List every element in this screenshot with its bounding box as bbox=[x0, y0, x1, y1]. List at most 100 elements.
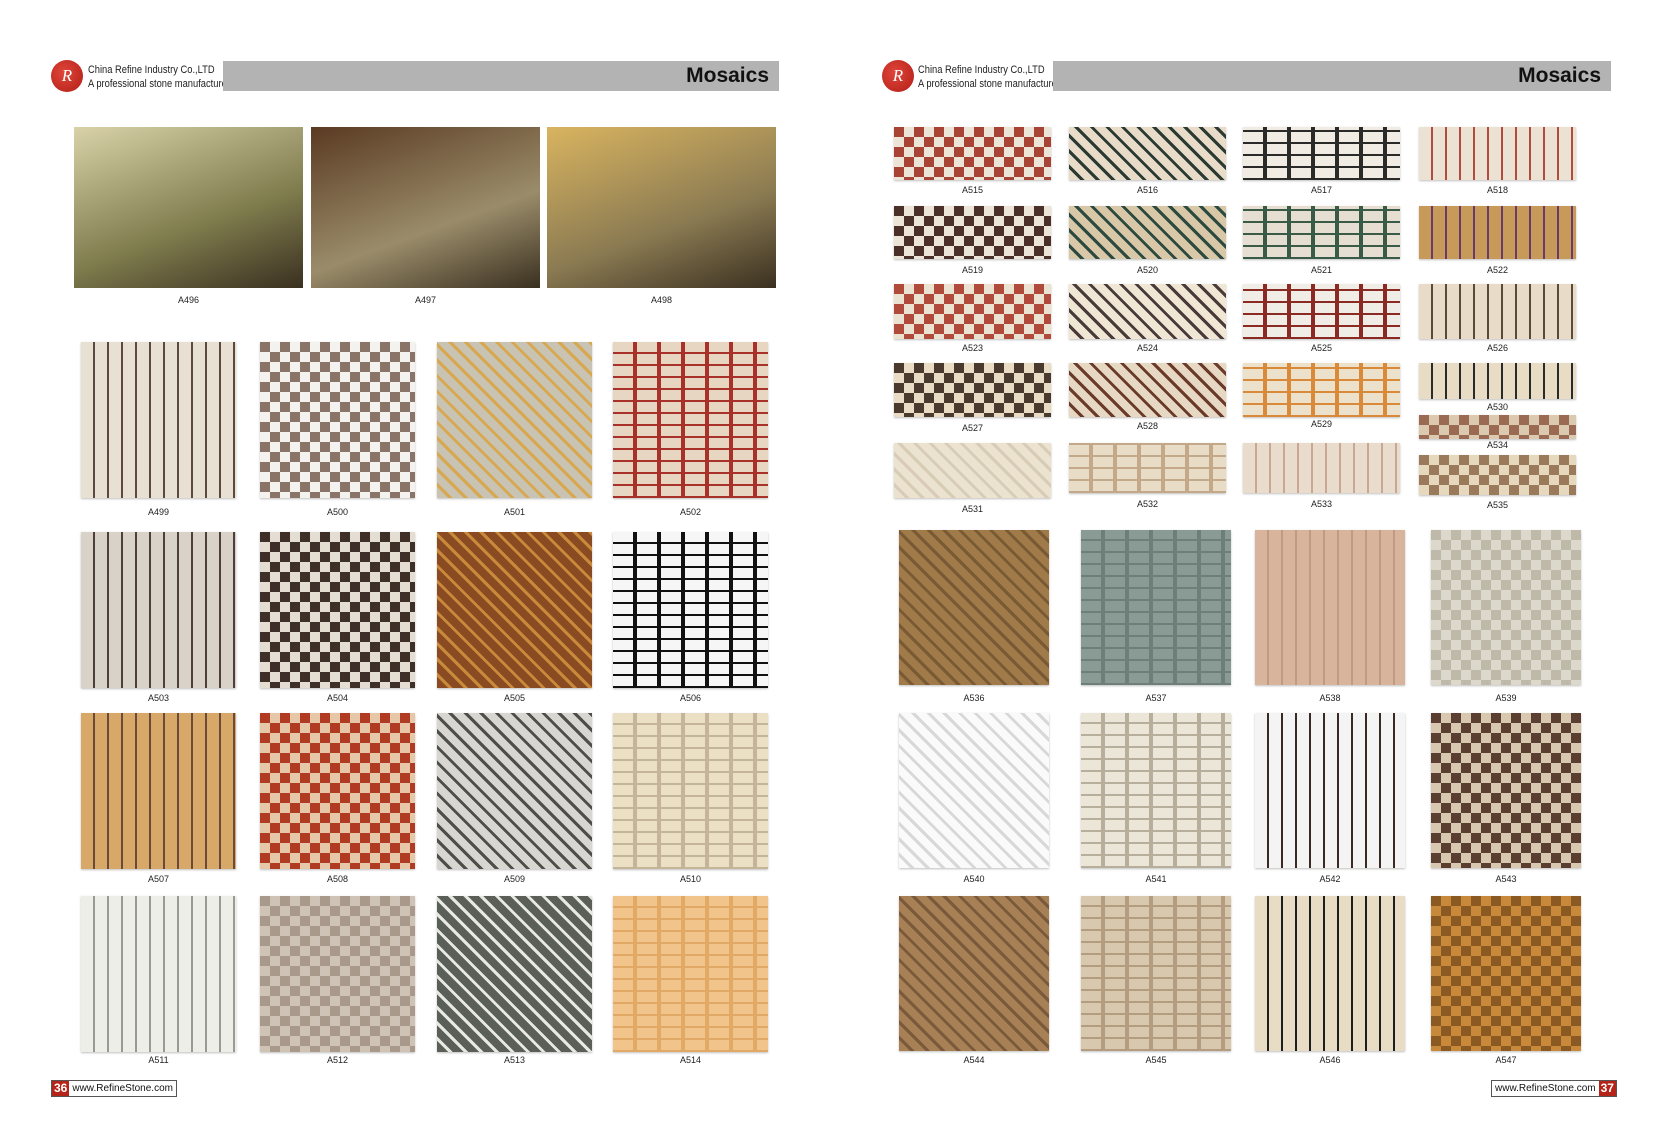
product-code-label: A531 bbox=[961, 504, 984, 514]
page-footer-left: 36 www.RefineStone.com bbox=[51, 1080, 177, 1097]
mosaic-border-sample bbox=[1419, 455, 1576, 495]
product-code-label: A502 bbox=[679, 507, 702, 517]
mosaic-border-sample bbox=[1419, 127, 1576, 180]
mosaic-tile-sample bbox=[1431, 530, 1581, 685]
product-code-label: A497 bbox=[414, 295, 437, 305]
product-code-label: A499 bbox=[147, 507, 170, 517]
product-code-label: A517 bbox=[1310, 185, 1333, 195]
mosaic-tile-sample bbox=[613, 713, 768, 869]
product-code-label: A522 bbox=[1486, 265, 1509, 275]
product-code-label: A508 bbox=[326, 874, 349, 884]
mosaic-tile-sample bbox=[613, 532, 768, 688]
mosaic-border-sample bbox=[1243, 443, 1400, 493]
mosaic-border-sample bbox=[1243, 127, 1400, 180]
website-link[interactable]: www.RefineStone.com bbox=[69, 1081, 176, 1096]
mosaic-tile-sample bbox=[81, 342, 236, 498]
product-code-label: A518 bbox=[1486, 185, 1509, 195]
mosaic-tile-sample bbox=[1081, 713, 1231, 868]
product-code-label: A513 bbox=[503, 1055, 526, 1065]
mosaic-border-sample bbox=[894, 443, 1051, 498]
product-code-label: A540 bbox=[963, 874, 985, 884]
mosaic-tile-sample bbox=[437, 342, 592, 498]
product-code-label: A514 bbox=[679, 1055, 702, 1065]
mosaic-border-sample bbox=[1243, 284, 1400, 339]
product-code-label: A511 bbox=[148, 1055, 169, 1065]
product-code-label: A536 bbox=[963, 693, 985, 703]
page-number: 36 bbox=[52, 1081, 70, 1096]
company-logo: R bbox=[51, 60, 83, 92]
product-code-label: A539 bbox=[1495, 693, 1517, 703]
section-header-bar: Mosaics bbox=[223, 61, 779, 91]
product-code-label: A532 bbox=[1136, 499, 1159, 509]
product-code-label: A510 bbox=[679, 874, 702, 884]
mosaic-border-sample bbox=[1069, 127, 1226, 180]
mosaic-tile-sample bbox=[437, 532, 592, 688]
product-code-label: A524 bbox=[1136, 343, 1159, 353]
interior-photo bbox=[74, 127, 303, 288]
mosaic-tile-sample bbox=[260, 342, 415, 498]
product-code-label: A509 bbox=[503, 874, 526, 884]
company-name: China Refine Industry Co.,LTD bbox=[88, 64, 215, 76]
product-code-label: A500 bbox=[326, 507, 349, 517]
mosaic-tile-sample bbox=[260, 896, 415, 1052]
mosaic-border-sample bbox=[1243, 363, 1400, 417]
mosaic-tile-sample bbox=[613, 342, 768, 498]
mosaic-border-sample bbox=[1419, 284, 1576, 339]
product-code-label: A537 bbox=[1145, 693, 1167, 703]
mosaic-tile-sample bbox=[260, 713, 415, 869]
mosaic-tile-sample bbox=[899, 713, 1049, 868]
product-code-label: A507 bbox=[147, 874, 170, 884]
mosaic-tile-sample bbox=[437, 713, 592, 869]
product-code-label: A530 bbox=[1486, 402, 1509, 412]
product-code-label: A512 bbox=[326, 1055, 349, 1065]
mosaic-tile-sample bbox=[1255, 530, 1405, 685]
product-code-label: A505 bbox=[503, 693, 526, 703]
mosaic-border-sample bbox=[894, 127, 1051, 180]
mosaic-tile-sample bbox=[81, 532, 236, 688]
mosaic-border-sample bbox=[894, 363, 1051, 417]
product-code-label: A545 bbox=[1145, 1055, 1167, 1065]
company-logo: R bbox=[882, 60, 914, 92]
product-code-label: A542 bbox=[1319, 874, 1341, 884]
mosaic-border-sample bbox=[1419, 206, 1576, 259]
company-tagline: A professional stone manufacturer bbox=[918, 78, 1060, 90]
company-name: China Refine Industry Co.,LTD bbox=[918, 64, 1045, 76]
product-code-label: A523 bbox=[961, 343, 984, 353]
mosaic-border-sample bbox=[1069, 363, 1226, 417]
mosaic-tile-sample bbox=[1431, 713, 1581, 868]
mosaic-tile-sample bbox=[1255, 896, 1405, 1051]
product-code-label: A501 bbox=[503, 507, 526, 517]
product-code-label: A503 bbox=[147, 693, 170, 703]
product-code-label: A527 bbox=[961, 423, 984, 433]
mosaic-tile-sample bbox=[1081, 896, 1231, 1051]
product-code-label: A496 bbox=[177, 295, 200, 305]
mosaic-tile-sample bbox=[260, 532, 415, 688]
mosaic-tile-sample bbox=[1081, 530, 1231, 685]
mosaic-tile-sample bbox=[437, 896, 592, 1052]
product-code-label: A506 bbox=[679, 693, 702, 703]
mosaic-border-sample bbox=[1069, 443, 1226, 493]
product-code-label: A544 bbox=[963, 1055, 985, 1065]
mosaic-border-sample bbox=[1069, 284, 1226, 339]
mosaic-border-sample bbox=[894, 284, 1051, 339]
product-code-label: A546 bbox=[1319, 1055, 1341, 1065]
product-code-label: A547 bbox=[1495, 1055, 1517, 1065]
product-code-label: A525 bbox=[1310, 343, 1333, 353]
product-code-label: A528 bbox=[1136, 421, 1159, 431]
mosaic-tile-sample bbox=[81, 713, 236, 869]
page-number: 37 bbox=[1598, 1081, 1616, 1096]
mosaic-tile-sample bbox=[899, 896, 1049, 1051]
website-link[interactable]: www.RefineStone.com bbox=[1492, 1081, 1599, 1096]
product-code-label: A543 bbox=[1495, 874, 1517, 884]
interior-photo bbox=[311, 127, 540, 288]
section-header-bar: Mosaics bbox=[1053, 61, 1611, 91]
interior-photo bbox=[547, 127, 776, 288]
mosaic-tile-sample bbox=[81, 896, 236, 1052]
product-code-label: A521 bbox=[1310, 265, 1333, 275]
mosaic-border-sample bbox=[1069, 206, 1226, 259]
product-code-label: A533 bbox=[1310, 499, 1333, 509]
product-code-label: A516 bbox=[1136, 185, 1159, 195]
product-code-label: A519 bbox=[961, 265, 984, 275]
product-code-label: A535 bbox=[1486, 500, 1509, 510]
product-code-label: A534 bbox=[1486, 440, 1509, 450]
